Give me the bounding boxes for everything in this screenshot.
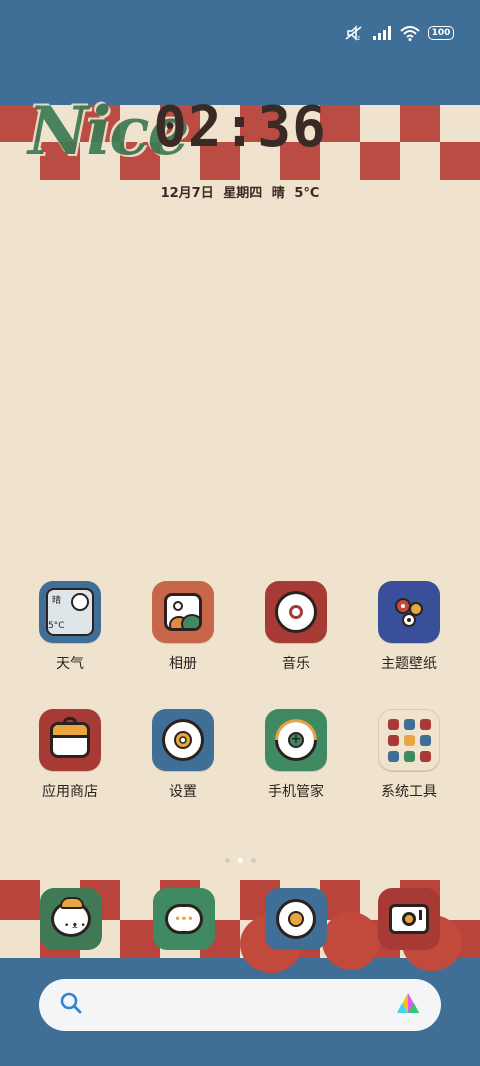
svg-text:z: z (357, 35, 360, 41)
app-themes[interactable]: 主题壁纸 (359, 581, 459, 673)
settings-icon (152, 709, 214, 771)
app-label: 音乐 (282, 656, 310, 672)
app-gallery[interactable]: 相册 (133, 581, 233, 673)
app-label: 设置 (169, 784, 197, 800)
phone-icon: • ᴥ • (40, 888, 102, 950)
page-dot[interactable] (224, 858, 230, 863)
battery-indicator: 100 (428, 26, 454, 40)
app-weather[interactable]: 晴 5°C 天气 (20, 581, 120, 673)
themes-icon (378, 581, 440, 643)
weather-icon: 晴 5°C (39, 581, 101, 643)
page-dot[interactable] (250, 858, 256, 863)
messages-icon: ••• (153, 888, 215, 950)
app-label: 手机管家 (268, 784, 324, 800)
weather-widget-condition: 晴 (52, 596, 62, 606)
folder-icon (378, 709, 440, 771)
wifi-icon (400, 25, 420, 41)
security-icon: + (265, 709, 327, 771)
weather-text: 晴 (271, 186, 285, 201)
status-bar: z 100 (344, 22, 454, 44)
mute-icon: z (344, 25, 364, 41)
search-bar[interactable] (39, 979, 441, 1031)
dock-browser[interactable] (265, 888, 327, 950)
date-text: 12月7日 (160, 186, 214, 201)
weekday-text: 星期四 (223, 186, 263, 201)
page-dot-active[interactable] (237, 858, 243, 863)
date-weather-line[interactable]: 12月7日 星期四 晴 5°C (0, 182, 480, 201)
app-security[interactable]: + 手机管家 (246, 709, 346, 801)
page-indicator (0, 858, 480, 863)
app-settings[interactable]: 设置 (133, 709, 233, 801)
temperature-text: 5°C (294, 186, 320, 201)
app-label: 天气 (56, 656, 84, 672)
camera-icon (378, 888, 440, 950)
app-label: 主题壁纸 (381, 656, 437, 672)
dock-phone[interactable]: • ᴥ • (40, 888, 102, 950)
app-music[interactable]: 音乐 (246, 581, 346, 673)
clock-time[interactable]: 02:36 (0, 95, 480, 160)
music-icon (265, 581, 327, 643)
dock-camera[interactable] (378, 888, 440, 950)
weather-widget-temp: 5°C (48, 621, 65, 631)
app-label: 系统工具 (381, 784, 437, 800)
wallpaper-top-band (0, 0, 480, 105)
signal-icon (372, 26, 392, 40)
assistant-icon[interactable] (395, 991, 421, 1019)
gallery-icon (152, 581, 214, 643)
app-app-store[interactable]: 应用商店 (20, 709, 120, 801)
dock-messages[interactable]: ••• (153, 888, 215, 950)
app-label: 应用商店 (42, 784, 98, 800)
search-icon[interactable] (59, 991, 83, 1019)
browser-icon (265, 888, 327, 950)
tomato-decoration (322, 912, 380, 970)
app-store-icon (39, 709, 101, 771)
app-label: 相册 (169, 656, 197, 672)
app-system-tools-folder[interactable]: 系统工具 (359, 709, 459, 801)
